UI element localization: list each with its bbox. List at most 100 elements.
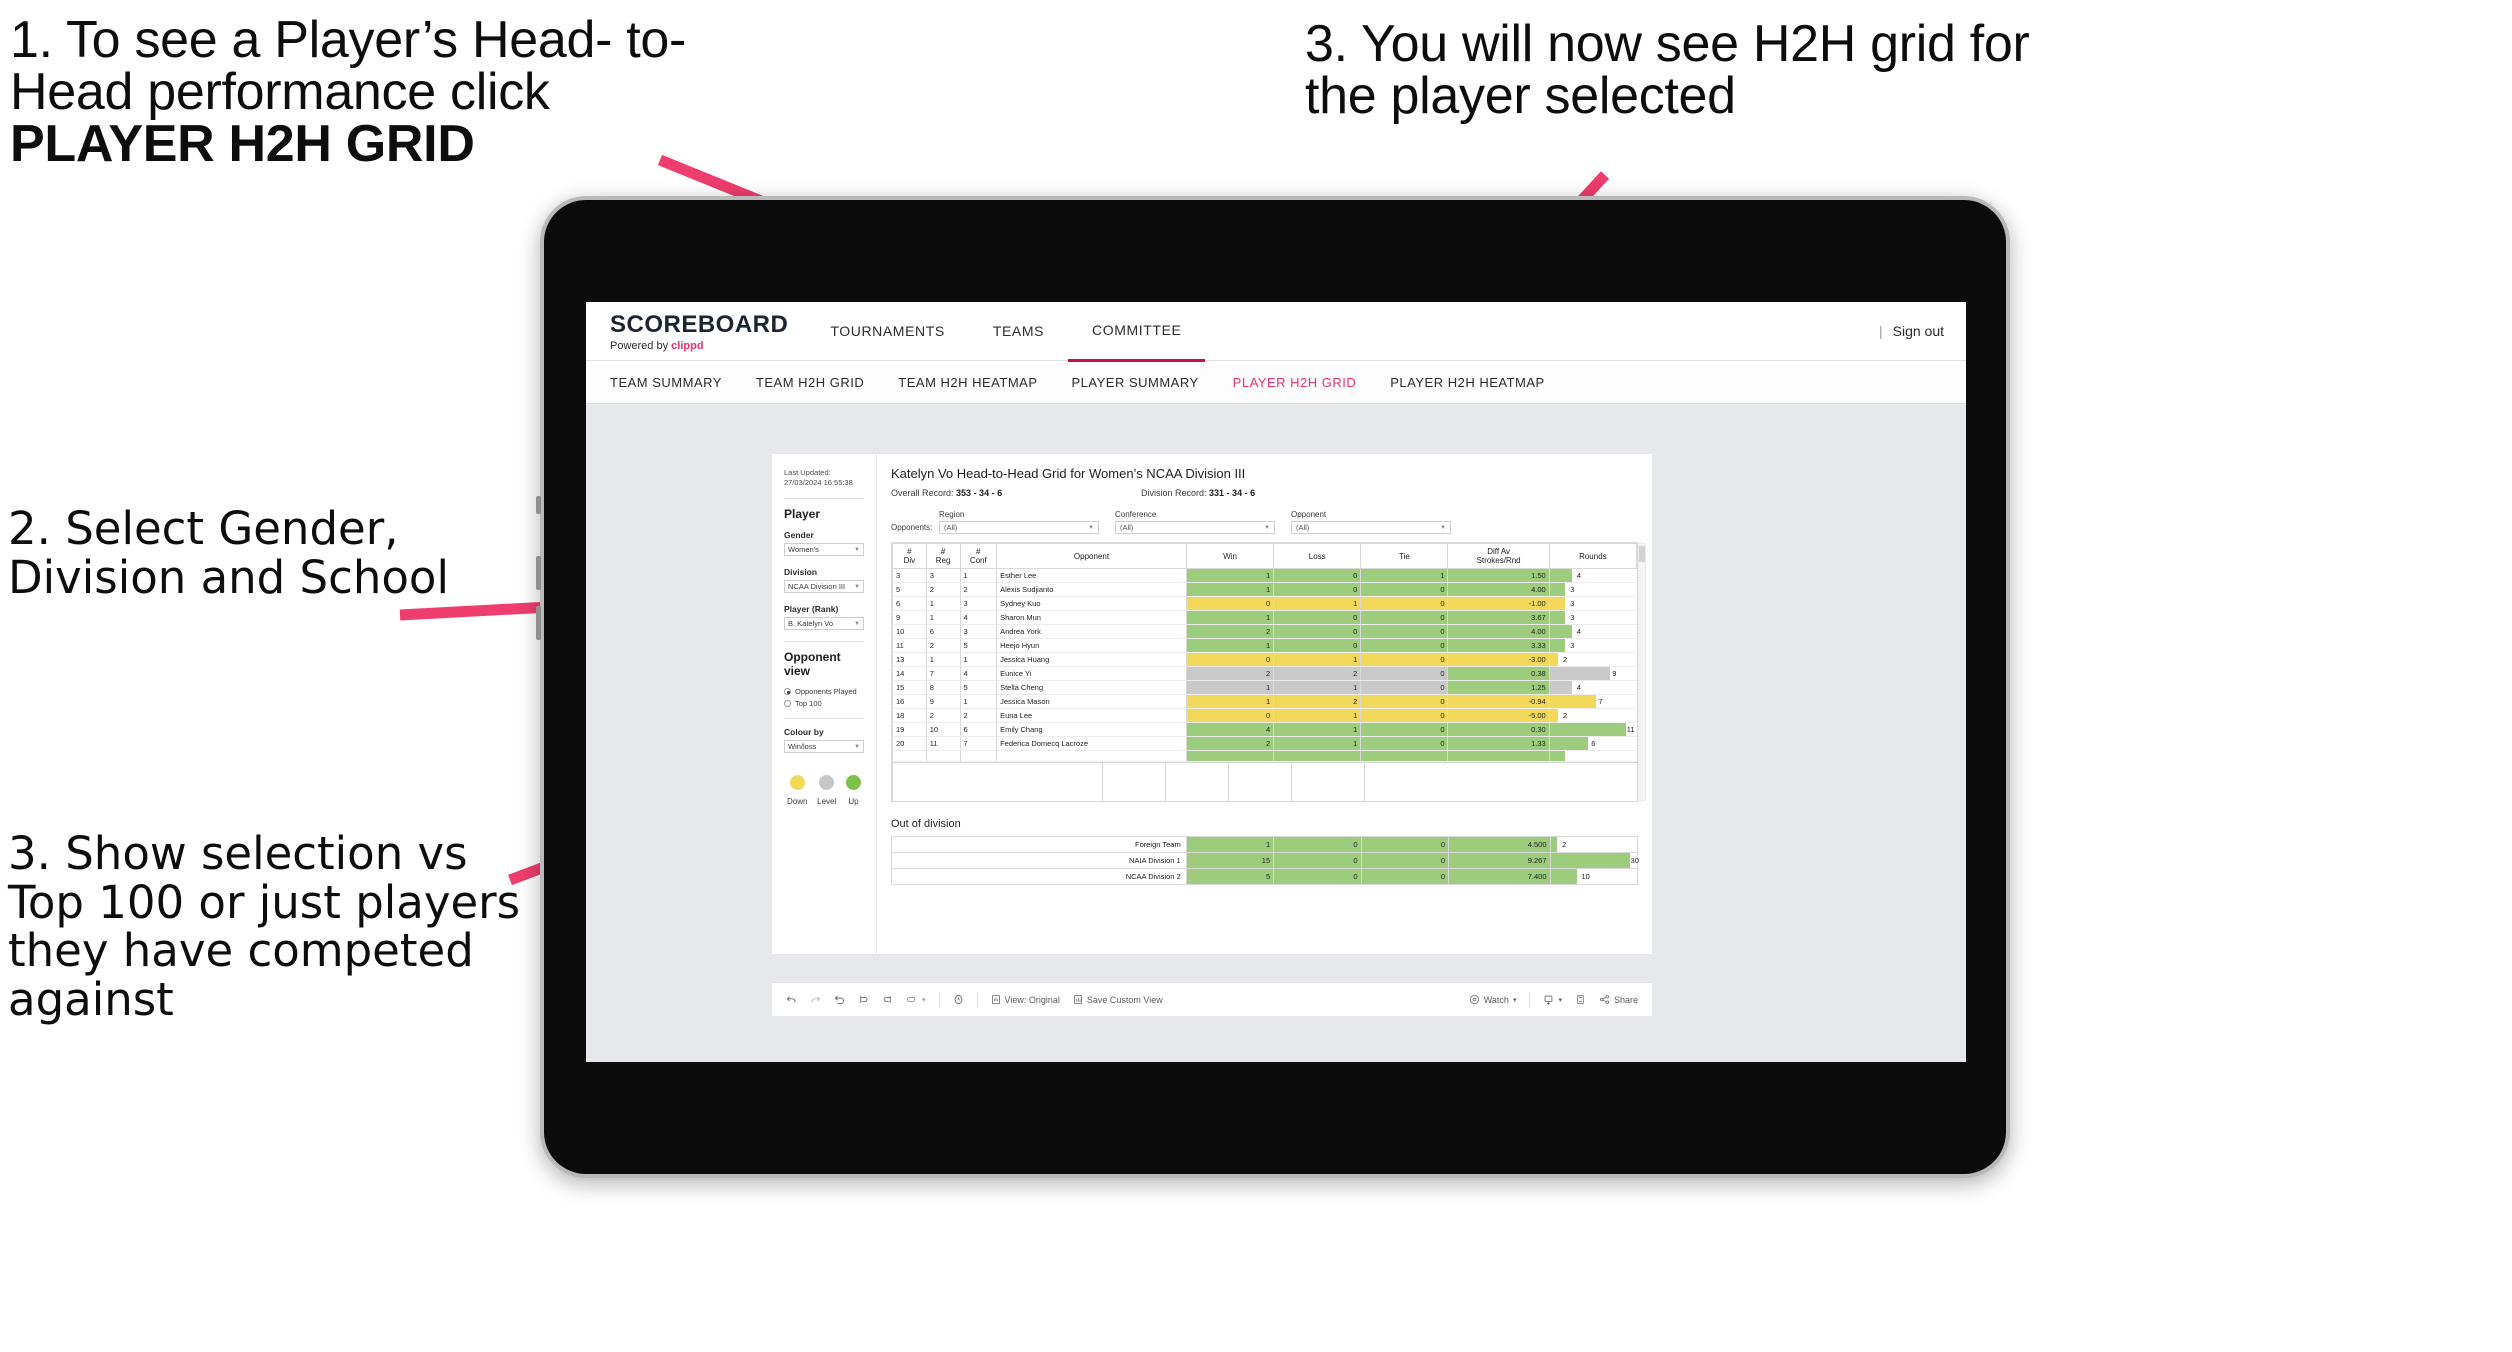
filter-sidebar: Last Updated: 27/03/2024 16:55:38 Player… (772, 454, 877, 954)
tab-player-summary[interactable]: PLAYER SUMMARY (1072, 375, 1199, 390)
filter-region: Region (All) ▼ (939, 510, 1099, 534)
toolbar-divider (938, 992, 940, 1007)
cell-div: 15 (892, 680, 927, 696)
cell-rounds: 3 (1548, 610, 1637, 626)
tab-player-h2h-grid[interactable]: PLAYER H2H GRID (1233, 375, 1357, 390)
overall-record-label: Overall Record: (891, 488, 954, 498)
cell-reg (925, 750, 960, 763)
cell-rounds: 3 (1548, 638, 1637, 654)
cell-div: 11 (892, 638, 927, 654)
radio-top-100[interactable]: Top 100 (784, 699, 864, 708)
table-row[interactable]: 19 10 6 Emily Chang 4 1 0 0.30 11 (892, 722, 1637, 738)
cell-tie: 0 (1360, 582, 1448, 598)
tab-team-h2h-grid[interactable]: TEAM H2H GRID (756, 375, 864, 390)
cell-tie: 0 (1360, 868, 1449, 886)
cell-reg: 10 (925, 722, 960, 738)
device-button-power (536, 496, 541, 514)
table-row[interactable]: 6 1 3 Sydney Kuo 0 1 0 -1.00 3 (892, 596, 1637, 612)
save-custom-view-button[interactable]: Save Custom View (1073, 994, 1163, 1005)
device-button-volume-down (536, 606, 541, 640)
cell-reg: 2 (925, 582, 960, 598)
table-row[interactable]: 3 3 1 Esther Lee 1 0 1 1.50 4 (892, 568, 1637, 584)
division-select[interactable]: NCAA Division III ▼ (784, 580, 864, 594)
cell-diff: -1.00 (1447, 596, 1550, 612)
undo-button[interactable] (786, 994, 797, 1005)
filter-conference-select[interactable]: (All) ▼ (1115, 521, 1275, 534)
rounds-value: 7 (1598, 697, 1603, 707)
rounds-value: 11 (1626, 725, 1635, 735)
rounds-value: 2 (1563, 711, 1568, 721)
colour-by-value: Win/loss (788, 742, 817, 752)
table-row[interactable]: 10 6 3 Andrea York 2 0 0 4.00 4 (892, 624, 1637, 640)
cell-diff (1447, 750, 1550, 763)
pause-button[interactable] (882, 994, 893, 1005)
out-of-division-row[interactable]: Foreign Team 1 0 0 4.500 2 (891, 836, 1639, 854)
download-button[interactable]: ▾ (1543, 994, 1562, 1005)
colour-by-select[interactable]: Win/loss ▼ (784, 740, 864, 754)
rounds-value: 4 (1576, 627, 1581, 637)
tab-team-h2h-heatmap[interactable]: TEAM H2H HEATMAP (898, 375, 1037, 390)
redo-button[interactable] (810, 994, 821, 1005)
filter-region-select[interactable]: (All) ▼ (939, 521, 1099, 534)
table-row[interactable]: 13 1 1 Jessica Huang 0 1 0 -3.00 2 (892, 652, 1637, 668)
cell-rounds: 6 (1548, 736, 1637, 752)
nav-teams[interactable]: TEAMS (969, 302, 1068, 360)
out-of-division-row[interactable]: NCAA Division 2 5 0 0 7.400 10 (891, 868, 1639, 886)
sign-out-link[interactable]: Sign out (1893, 323, 1944, 339)
view-original-button[interactable]: View: Original (991, 994, 1060, 1005)
tab-player-h2h-heatmap[interactable]: PLAYER H2H HEATMAP (1390, 375, 1544, 390)
filter-opponent-select[interactable]: (All) ▼ (1291, 521, 1451, 534)
out-of-division-row[interactable]: NAIA Division 1 15 0 0 9.267 30 (891, 852, 1639, 870)
cell-diff: 4.00 (1447, 624, 1550, 640)
table-row[interactable]: 20 11 7 Federica Domecq Lacroze 2 1 0 1.33 6 (892, 736, 1637, 752)
player-section-title: Player (784, 507, 821, 522)
pause-auto-updates-button[interactable] (953, 994, 964, 1005)
refresh-button[interactable] (858, 994, 869, 1005)
rounds-value: 10 (1581, 872, 1590, 882)
tab-team-summary[interactable]: TEAM SUMMARY (610, 375, 722, 390)
rounds-value: 3 (1570, 641, 1575, 651)
gender-select[interactable]: Women's ▼ (784, 543, 864, 557)
watch-icon (1469, 994, 1479, 1005)
cell-tie: 0 (1360, 596, 1448, 612)
filter-conference: Conference (All) ▼ (1115, 510, 1275, 534)
table-row[interactable]: 15 8 5 Stella Cheng 1 1 0 1.25 4 (892, 680, 1637, 696)
share-button[interactable]: Share (1599, 994, 1638, 1005)
col-opponent: Opponent (996, 542, 1187, 570)
colour-legend: Down Level Up (784, 775, 864, 806)
rounds-value: 6 (1591, 739, 1596, 749)
nav-tournaments[interactable]: TOURNAMENTS (806, 302, 968, 360)
cell-conf: 3 (959, 624, 997, 640)
cell-tie: 0 (1360, 652, 1448, 668)
watch-button[interactable]: Watch ▾ (1469, 994, 1516, 1005)
cell-div: 9 (892, 610, 927, 626)
brand-wordmark: SCOREBOARD (610, 310, 789, 338)
filter-region-value: (All) (944, 523, 958, 532)
nav-committee[interactable]: COMMITTEE (1068, 302, 1206, 362)
table-row[interactable]: 9 1 4 Sharon Mun 1 0 0 3.67 3 (892, 610, 1637, 626)
player-rank-select[interactable]: B. Katelyn Vo ▼ (784, 617, 864, 631)
col-rounds: Rounds (1548, 542, 1638, 570)
cell-win: 15 (1185, 852, 1275, 870)
browser-viewport: SCOREBOARD Powered by clippd TOURNAMENTS… (586, 302, 1966, 1062)
revert-button[interactable] (834, 994, 845, 1005)
highlight-button[interactable]: ▾ (906, 994, 926, 1005)
rounds-bar (1549, 681, 1573, 695)
radio-opponents-played[interactable]: Opponents Played (784, 687, 864, 696)
table-row[interactable]: 5 2 2 Alexis Sudjianto 1 0 0 4.00 3 (892, 582, 1637, 598)
filter-conference-label: Conference (1115, 510, 1157, 519)
col-loss: Loss (1273, 542, 1362, 570)
table-row[interactable]: 14 7 4 Eunice Yi 2 2 0 0.38 9 (892, 666, 1637, 682)
cell-diff: -5.00 (1447, 708, 1550, 724)
chevron-down-icon: ▼ (854, 546, 860, 553)
table-row[interactable]: 11 2 5 Heejo Hyun 1 0 0 3.33 3 (892, 638, 1637, 654)
cell-opponent: Jessica Mason (996, 694, 1187, 710)
table-row[interactable]: 18 2 2 Euna Lee 0 1 0 -5.00 2 (892, 708, 1637, 724)
table-vertical-scrollbar[interactable] (1638, 543, 1646, 802)
table-row-partial[interactable] (892, 750, 1637, 763)
scrollbar-thumb[interactable] (1639, 546, 1645, 562)
fullscreen-button[interactable] (1575, 994, 1586, 1005)
filter-opponent-label: Opponent (1291, 510, 1327, 519)
rounds-bar (1549, 667, 1611, 681)
table-row[interactable]: 16 9 1 Jessica Mason 1 2 0 -0.94 7 (892, 694, 1637, 710)
